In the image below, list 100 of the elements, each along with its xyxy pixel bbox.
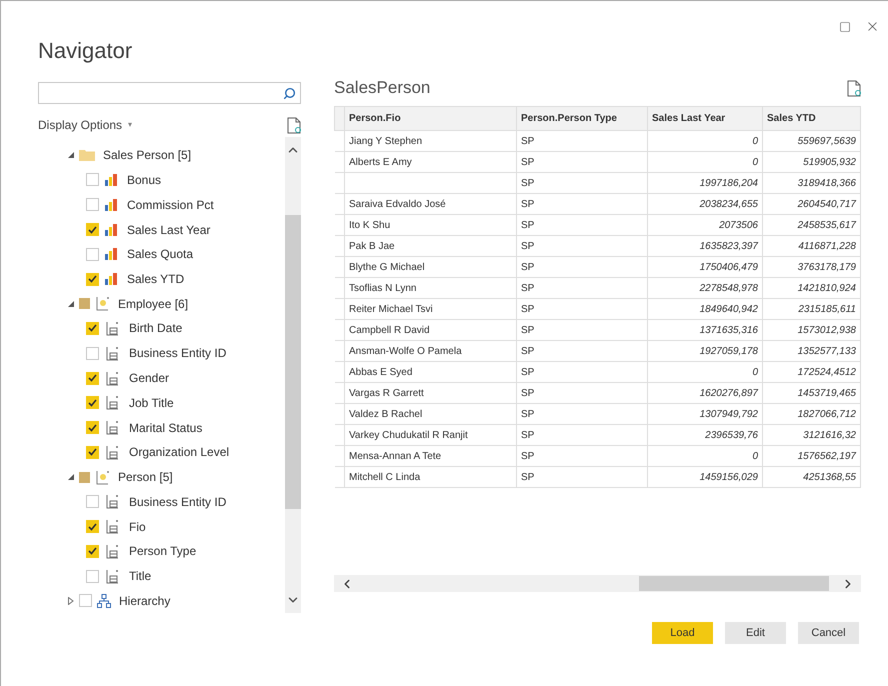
search-icon bbox=[283, 86, 296, 100]
checkbox[interactable] bbox=[86, 446, 99, 459]
table-cell: SP bbox=[516, 256, 648, 278]
table-cell: SP bbox=[516, 362, 648, 382]
table-cell: SP bbox=[516, 298, 648, 320]
checkbox[interactable] bbox=[86, 544, 99, 558]
table-cell: 2278548,978 bbox=[648, 278, 762, 298]
expanded-arrow-icon[interactable] bbox=[68, 474, 74, 480]
horizontal-scrollbar[interactable] bbox=[334, 575, 861, 592]
checkbox[interactable] bbox=[86, 372, 99, 385]
tree-item[interactable]: Sales YTD bbox=[68, 266, 285, 292]
tree-item[interactable]: Sales Last Year bbox=[68, 217, 285, 242]
table-cell: 0 bbox=[648, 152, 762, 172]
checkbox[interactable] bbox=[86, 223, 99, 236]
table-icon bbox=[95, 470, 110, 485]
column-header[interactable]: Sales Last Year bbox=[648, 106, 762, 130]
dialog-button[interactable]: Cancel bbox=[798, 622, 859, 644]
column-header[interactable]: Person.Person Type bbox=[516, 106, 648, 130]
tree-item[interactable]: Gender bbox=[68, 366, 285, 390]
table-field-icon bbox=[105, 395, 120, 410]
table-cell: 1750406,479 bbox=[648, 256, 762, 278]
display-options-dropdown[interactable]: Display Options ▾ bbox=[38, 116, 132, 134]
checkbox[interactable] bbox=[86, 322, 99, 335]
table-cell: 0 bbox=[648, 130, 762, 152]
checkbox[interactable] bbox=[79, 472, 90, 483]
tree-item[interactable]: Business Entity ID bbox=[68, 489, 285, 514]
table-cell: Valdez B Rachel bbox=[344, 404, 516, 424]
table-cell: Mensa-Annan A Tete bbox=[344, 446, 516, 466]
scrollbar[interactable] bbox=[285, 137, 301, 613]
table-cell: Jiang Y Stephen bbox=[344, 130, 516, 152]
window-title: Navigator bbox=[38, 37, 134, 65]
table-cell: 1459156,029 bbox=[648, 466, 762, 488]
table-cell: 0 bbox=[648, 362, 762, 382]
tree-item[interactable]: Employee [6] bbox=[68, 292, 285, 316]
table-cell: 1576562,197 bbox=[762, 446, 860, 466]
expanded-arrow-icon[interactable] bbox=[68, 300, 74, 307]
table-field-icon bbox=[105, 494, 120, 510]
table-cell: SP bbox=[516, 340, 648, 362]
dialog-button[interactable]: Load bbox=[652, 622, 713, 644]
column-header[interactable]: Sales YTD bbox=[762, 106, 860, 130]
tree-item[interactable]: Organization Level bbox=[68, 440, 285, 465]
checkbox[interactable] bbox=[86, 198, 99, 212]
column-header[interactable]: Person.Fio bbox=[344, 106, 516, 130]
scrollbar-thumb[interactable] bbox=[285, 215, 301, 509]
table-cell: 1927059,178 bbox=[648, 340, 762, 362]
tree-item[interactable]: Hierarchy bbox=[68, 588, 285, 614]
tree-item[interactable]: Person Type bbox=[68, 538, 285, 564]
checkbox[interactable] bbox=[79, 594, 92, 608]
table-cell: Reiter Michael Tsvi bbox=[344, 298, 516, 320]
tree-item[interactable]: Commission Pct bbox=[68, 192, 285, 218]
tree-item[interactable]: Job Title bbox=[68, 390, 285, 416]
table-cell: Tsoflias N Lynn bbox=[344, 278, 516, 298]
tree-item[interactable]: Birth Date bbox=[68, 316, 285, 341]
table-cell: SP bbox=[516, 152, 648, 172]
tree-item[interactable]: Sales Quota bbox=[68, 242, 285, 267]
bar-chart-icon bbox=[105, 273, 118, 286]
table-cell: 2038234,655 bbox=[648, 194, 762, 214]
bar-chart-icon bbox=[105, 174, 118, 186]
checkbox[interactable] bbox=[86, 520, 99, 534]
checkbox[interactable] bbox=[86, 421, 99, 434]
table-field-icon bbox=[105, 444, 120, 460]
table-field-icon bbox=[105, 346, 120, 361]
checkbox[interactable] bbox=[86, 346, 99, 360]
checkbox[interactable] bbox=[86, 248, 99, 261]
checkbox[interactable] bbox=[79, 298, 90, 310]
table-cell: Varkey Chudukatil R Ranjit bbox=[344, 424, 516, 446]
tree-item[interactable]: Bonus bbox=[68, 168, 285, 192]
tree-item[interactable]: Fio bbox=[68, 514, 285, 539]
table-cell: SP bbox=[516, 382, 648, 404]
search-field[interactable] bbox=[38, 82, 301, 104]
table-cell: Ito K Shu bbox=[344, 214, 516, 236]
checkbox[interactable] bbox=[86, 495, 99, 508]
tree-item[interactable]: Person [5] bbox=[68, 464, 285, 490]
table-cell: SP bbox=[516, 424, 648, 446]
checkbox[interactable] bbox=[86, 570, 99, 583]
collapsed-arrow-icon[interactable] bbox=[68, 596, 74, 605]
expanded-arrow-icon[interactable] bbox=[68, 152, 74, 158]
checkbox[interactable] bbox=[86, 173, 99, 186]
document-refresh-icon[interactable] bbox=[847, 80, 861, 96]
checkbox[interactable] bbox=[86, 396, 99, 410]
table-cell: 1849640,942 bbox=[648, 298, 762, 320]
tree-item[interactable]: Sales Person [5] bbox=[68, 143, 285, 168]
table-cell: 1635823,397 bbox=[648, 236, 762, 256]
checkbox[interactable] bbox=[86, 272, 99, 286]
tree-item[interactable]: Business Entity ID bbox=[68, 340, 285, 366]
table-cell: 1371635,316 bbox=[648, 320, 762, 340]
table-cell: 1573012,938 bbox=[762, 320, 860, 340]
bar-chart-icon bbox=[105, 198, 118, 211]
table-cell: SP bbox=[516, 214, 648, 236]
table-field-icon bbox=[105, 568, 120, 584]
maximize-icon[interactable] bbox=[839, 20, 851, 32]
table-cell: SP bbox=[516, 404, 648, 424]
dialog-button[interactable]: Edit bbox=[725, 622, 786, 644]
table-field-icon bbox=[105, 420, 120, 436]
document-refresh-icon[interactable] bbox=[287, 116, 301, 134]
table-cell: 3763178,179 bbox=[762, 256, 860, 278]
tree-item[interactable]: Marital Status bbox=[68, 415, 285, 440]
bar-chart-icon bbox=[105, 248, 118, 260]
tree-item[interactable]: Title bbox=[68, 564, 285, 588]
scrollbar-thumb[interactable] bbox=[639, 576, 829, 591]
